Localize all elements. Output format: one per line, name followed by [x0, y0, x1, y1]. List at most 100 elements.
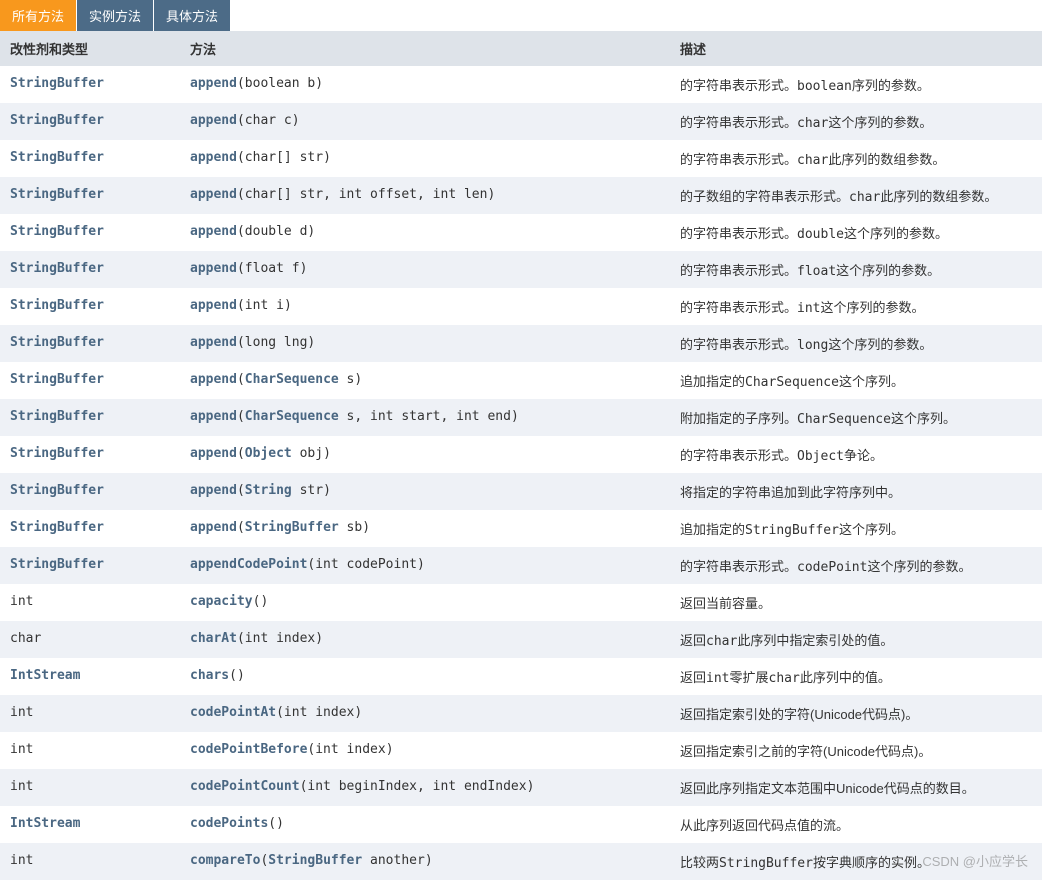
desc-text: 附加指定的子序列。 [680, 411, 797, 426]
type-link[interactable]: StringBuffer [10, 557, 104, 572]
param-name: lng [276, 335, 307, 350]
param-type: char[] [245, 187, 292, 202]
desc-text: 返回指定索引处的字符(Unicode代码点)。 [680, 707, 918, 722]
type-link[interactable]: StringBuffer [10, 520, 104, 535]
param-type: int [433, 187, 456, 202]
type-link[interactable]: StringBuffer [10, 187, 104, 202]
table-row: intcodePointBefore(int index)返回指定索引之前的字符… [0, 732, 1042, 769]
table-row: StringBufferappend(char c)的字符串表示形式。char这… [0, 103, 1042, 140]
method-link[interactable]: capacity [190, 594, 253, 609]
param-type-link[interactable]: StringBuffer [268, 853, 362, 868]
param-type-link[interactable]: CharSequence [245, 372, 339, 387]
method-signature: capacity() [180, 584, 670, 621]
param-name: endIndex [456, 779, 526, 794]
method-link[interactable]: codePointAt [190, 705, 276, 720]
method-signature: append(char[] str, int offset, int len) [180, 177, 670, 214]
param-type: double [245, 224, 292, 239]
method-link[interactable]: append [190, 520, 237, 535]
return-type: StringBuffer [0, 325, 180, 362]
table-row: StringBufferappend(StringBuffer sb)追加指定的… [0, 510, 1042, 547]
type-link[interactable]: StringBuffer [10, 261, 104, 276]
param-type-link[interactable]: Object [245, 446, 292, 461]
method-link[interactable]: compareTo [190, 853, 260, 868]
method-link[interactable]: append [190, 335, 237, 350]
param-type: char [245, 113, 276, 128]
table-row: StringBufferappend(CharSequence s)追加指定的C… [0, 362, 1042, 399]
method-signature: append(Object obj) [180, 436, 670, 473]
tab-all-methods[interactable]: 所有方法 [0, 0, 77, 31]
table-row: StringBufferappend(long lng)的字符串表示形式。lon… [0, 325, 1042, 362]
method-signature: append(float f) [180, 251, 670, 288]
type-link[interactable]: StringBuffer [10, 113, 104, 128]
return-type: StringBuffer [0, 288, 180, 325]
type-link[interactable]: StringBuffer [10, 298, 104, 313]
tab-concrete-methods[interactable]: 具体方法 [154, 0, 231, 31]
method-link[interactable]: append [190, 261, 237, 276]
table-row: StringBuffer append(CharSequence s, int s… [0, 399, 1042, 436]
method-link[interactable]: codePointBefore [190, 742, 307, 757]
method-signature: append(int i) [180, 288, 670, 325]
method-signature: codePointAt(int index) [180, 695, 670, 732]
return-type: char [0, 621, 180, 658]
desc-text: 争论。 [844, 448, 883, 463]
method-link[interactable]: codePoints [190, 816, 268, 831]
param-name: index [339, 742, 386, 757]
method-link[interactable]: chars [190, 668, 229, 683]
method-link[interactable]: appendCodePoint [190, 557, 307, 572]
desc-code: float [797, 264, 836, 279]
return-type: StringBuffer [0, 177, 180, 214]
method-signature: codePointCount(int beginIndex, int endIn… [180, 769, 670, 806]
type-link[interactable]: StringBuffer [10, 372, 104, 387]
desc-code: int [797, 301, 820, 316]
return-type: int [0, 732, 180, 769]
method-signature: append(double d) [180, 214, 670, 251]
desc-code: long [797, 338, 828, 353]
method-link[interactable]: append [190, 483, 237, 498]
param-type: int [339, 187, 362, 202]
method-link[interactable]: append [190, 113, 237, 128]
param-name: another [362, 853, 425, 868]
return-type: StringBuffer [0, 103, 180, 140]
desc-code: char [797, 153, 828, 168]
param-name: obj [292, 446, 323, 461]
param-name: s [339, 372, 355, 387]
param-type-link[interactable]: StringBuffer [245, 520, 339, 535]
method-link[interactable]: codePointCount [190, 779, 300, 794]
table-row: intcapacity()返回当前容量。 [0, 584, 1042, 621]
method-link[interactable]: append [190, 446, 237, 461]
desc-text: 将指定的字符串追加到此字符序列中。 [680, 485, 901, 500]
method-link[interactable]: append [190, 76, 237, 91]
param-name: beginIndex [331, 779, 417, 794]
param-type-link[interactable]: String [245, 483, 292, 498]
desc-code: StringBuffer [719, 856, 813, 871]
type-link[interactable]: StringBuffer [10, 76, 104, 91]
method-link[interactable]: append [190, 187, 237, 202]
type-link[interactable]: StringBuffer [10, 150, 104, 165]
type-link[interactable]: StringBuffer [10, 446, 104, 461]
desc-code: StringBuffer [745, 523, 839, 538]
type-link[interactable]: StringBuffer [10, 409, 104, 424]
method-link[interactable]: append [190, 150, 237, 165]
table-row: charcharAt(int index)返回char此序列中指定索引处的值。 [0, 621, 1042, 658]
tab-instance-methods[interactable]: 实例方法 [77, 0, 154, 31]
method-link[interactable]: append [190, 372, 237, 387]
method-signature: append(boolean b) [180, 66, 670, 103]
table-row: IntStreamcodePoints()从此序列返回代码点值的流。 [0, 806, 1042, 843]
method-link[interactable]: charAt [190, 631, 237, 646]
desc-code: CharSequence [745, 375, 839, 390]
method-link[interactable]: append [190, 298, 237, 313]
return-type: int [0, 695, 180, 732]
method-link[interactable]: append [190, 409, 237, 424]
param-type-link[interactable]: CharSequence [245, 409, 339, 424]
type-link[interactable]: StringBuffer [10, 224, 104, 239]
param-name: len [456, 187, 487, 202]
type-link[interactable]: StringBuffer [10, 483, 104, 498]
type-link[interactable]: IntStream [10, 816, 80, 831]
method-signature: append(CharSequence s, int start, int en… [180, 399, 670, 436]
param-type: boolean [245, 76, 300, 91]
param-name: start [394, 409, 441, 424]
method-link[interactable]: append [190, 224, 237, 239]
table-row: intcompareTo(StringBuffer another)比较两Str… [0, 843, 1042, 880]
type-link[interactable]: StringBuffer [10, 335, 104, 350]
type-link[interactable]: IntStream [10, 668, 80, 683]
